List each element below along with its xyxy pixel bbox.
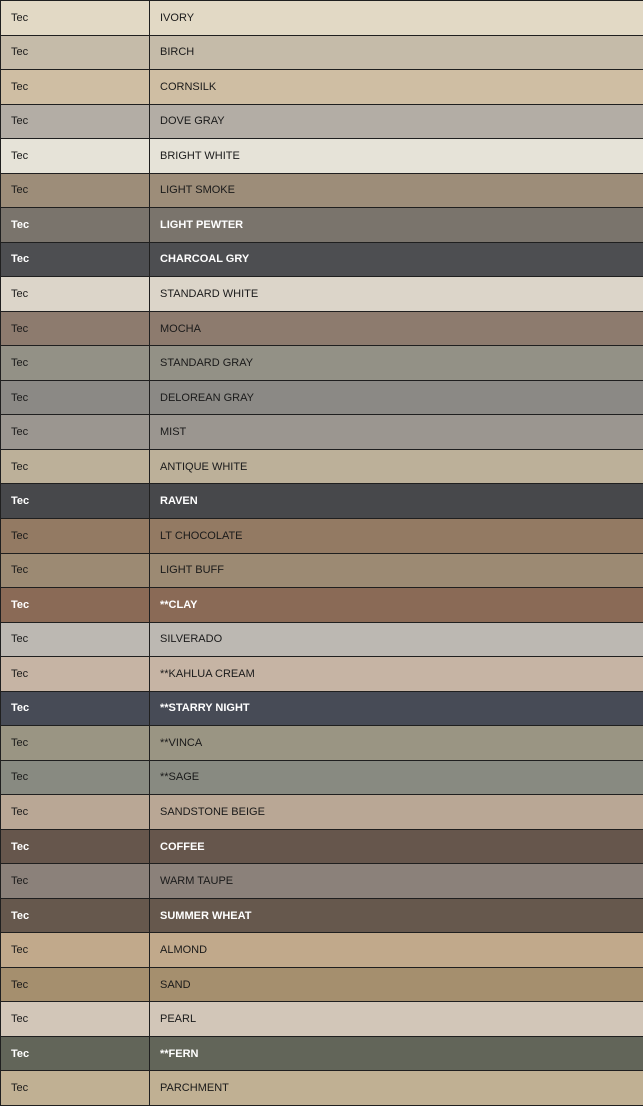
color-name-cell: BRIGHT WHITE: [149, 138, 643, 174]
color-row: Tec SAND: [0, 966, 643, 1003]
color-name-cell: WARM TAUPE: [149, 863, 643, 899]
brand-cell: Tec: [0, 966, 150, 1003]
color-name-cell: STANDARD GRAY: [149, 345, 643, 381]
brand-cell: Tec: [0, 138, 150, 174]
color-name-cell: MOCHA: [149, 310, 643, 347]
color-name-cell: LIGHT SMOKE: [149, 172, 643, 209]
color-name-cell: **FERN: [149, 1035, 643, 1072]
color-name-cell: IVORY: [149, 0, 643, 36]
color-name-cell: LIGHT BUFF: [149, 552, 643, 589]
color-name-cell: CORNSILK: [149, 69, 643, 105]
color-row: Tec ALMOND: [0, 932, 643, 968]
brand-cell: Tec: [0, 69, 150, 105]
color-row: Tec STANDARD WHITE: [0, 276, 643, 312]
color-row: Tec BRIGHT WHITE: [0, 138, 643, 174]
color-name-cell: SILVERADO: [149, 621, 643, 658]
color-name-cell: BIRCH: [149, 34, 643, 71]
brand-cell: Tec: [0, 1035, 150, 1072]
brand-cell: Tec: [0, 483, 150, 519]
color-name-cell: SAND: [149, 966, 643, 1003]
brand-cell: Tec: [0, 517, 150, 554]
color-row: Tec PARCHMENT: [0, 1070, 643, 1106]
brand-cell: Tec: [0, 448, 150, 485]
color-row: Tec COFFEE: [0, 828, 643, 865]
color-row: Tec MIST: [0, 414, 643, 450]
color-name-cell: **STARRY NIGHT: [149, 690, 643, 727]
color-row: Tec MOCHA: [0, 310, 643, 347]
color-row: Tec **STARRY NIGHT: [0, 690, 643, 727]
brand-cell: Tec: [0, 345, 150, 381]
color-name-cell: PARCHMENT: [149, 1070, 643, 1106]
color-row: Tec LIGHT SMOKE: [0, 172, 643, 209]
color-row: Tec SILVERADO: [0, 621, 643, 658]
color-row: Tec IVORY: [0, 0, 643, 36]
brand-cell: Tec: [0, 725, 150, 761]
brand-cell: Tec: [0, 379, 150, 416]
color-name-cell: **CLAY: [149, 587, 643, 623]
color-row: Tec RAVEN: [0, 483, 643, 519]
color-row: Tec SUMMER WHEAT: [0, 897, 643, 934]
color-name-cell: LT CHOCOLATE: [149, 517, 643, 554]
color-row: Tec BIRCH: [0, 34, 643, 71]
color-name-cell: **KAHLUA CREAM: [149, 656, 643, 692]
brand-cell: Tec: [0, 863, 150, 899]
color-name-cell: STANDARD WHITE: [149, 276, 643, 312]
color-row: Tec CORNSILK: [0, 69, 643, 105]
brand-cell: Tec: [0, 414, 150, 450]
brand-cell: Tec: [0, 34, 150, 71]
color-row: Tec ANTIQUE WHITE: [0, 448, 643, 485]
brand-cell: Tec: [0, 932, 150, 968]
brand-cell: Tec: [0, 241, 150, 278]
color-row: Tec LIGHT BUFF: [0, 552, 643, 589]
color-name-cell: DELOREAN GRAY: [149, 379, 643, 416]
brand-cell: Tec: [0, 1070, 150, 1106]
brand-cell: Tec: [0, 310, 150, 347]
color-row: Tec **KAHLUA CREAM: [0, 656, 643, 692]
color-row: Tec **VINCA: [0, 725, 643, 761]
color-row: Tec **SAGE: [0, 759, 643, 796]
color-row: Tec STANDARD GRAY: [0, 345, 643, 381]
brand-cell: Tec: [0, 276, 150, 312]
brand-cell: Tec: [0, 828, 150, 865]
color-name-cell: ALMOND: [149, 932, 643, 968]
color-row: Tec DOVE GRAY: [0, 103, 643, 140]
brand-cell: Tec: [0, 103, 150, 140]
color-row: Tec **CLAY: [0, 587, 643, 623]
color-name-cell: SUMMER WHEAT: [149, 897, 643, 934]
color-row: Tec **FERN: [0, 1035, 643, 1072]
color-name-cell: DOVE GRAY: [149, 103, 643, 140]
brand-cell: Tec: [0, 1001, 150, 1037]
color-row: Tec DELOREAN GRAY: [0, 379, 643, 416]
color-row: Tec SANDSTONE BEIGE: [0, 794, 643, 830]
grout-color-table: Tec IVORY Tec BIRCH Tec CORNSILK Tec DOVE GRAY T…: [0, 0, 643, 1106]
color-table-body: Tec IVORY Tec BIRCH Tec CORNSILK Tec DOVE GRAY T…: [0, 0, 643, 1106]
brand-cell: Tec: [0, 621, 150, 658]
brand-cell: Tec: [0, 759, 150, 796]
brand-cell: Tec: [0, 690, 150, 727]
brand-cell: Tec: [0, 587, 150, 623]
brand-cell: Tec: [0, 552, 150, 589]
color-name-cell: LIGHT PEWTER: [149, 207, 643, 243]
color-name-cell: **SAGE: [149, 759, 643, 796]
brand-cell: Tec: [0, 0, 150, 36]
color-row: Tec LIGHT PEWTER: [0, 207, 643, 243]
color-row: Tec WARM TAUPE: [0, 863, 643, 899]
color-name-cell: RAVEN: [149, 483, 643, 519]
color-row: Tec LT CHOCOLATE: [0, 517, 643, 554]
color-name-cell: COFFEE: [149, 828, 643, 865]
color-name-cell: PEARL: [149, 1001, 643, 1037]
color-name-cell: CHARCOAL GRY: [149, 241, 643, 278]
brand-cell: Tec: [0, 794, 150, 830]
brand-cell: Tec: [0, 172, 150, 209]
color-row: Tec CHARCOAL GRY: [0, 241, 643, 278]
brand-cell: Tec: [0, 897, 150, 934]
color-name-cell: ANTIQUE WHITE: [149, 448, 643, 485]
brand-cell: Tec: [0, 656, 150, 692]
brand-cell: Tec: [0, 207, 150, 243]
color-row: Tec PEARL: [0, 1001, 643, 1037]
color-name-cell: SANDSTONE BEIGE: [149, 794, 643, 830]
color-name-cell: **VINCA: [149, 725, 643, 761]
color-name-cell: MIST: [149, 414, 643, 450]
